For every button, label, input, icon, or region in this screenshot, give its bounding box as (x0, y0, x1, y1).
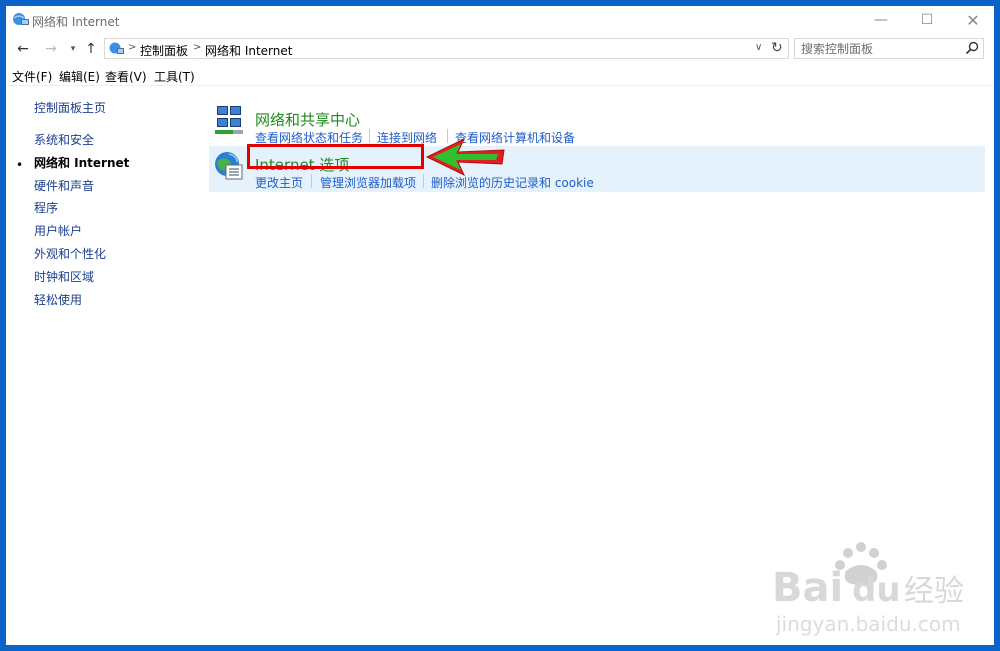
task-separator (369, 129, 370, 143)
watermark-brand-du: du (852, 570, 901, 610)
menu-tools[interactable]: 工具(T) (154, 68, 195, 85)
network-globe-icon (13, 13, 29, 25)
address-row: ← → ▾ ↑ > 控制面板 > 网络和 Internet ∨ ↻ (6, 36, 994, 64)
address-bar[interactable]: > 控制面板 > 网络和 Internet ∨ ↻ (104, 38, 789, 59)
task-separator (311, 174, 312, 188)
window-title: 网络和 Internet (32, 15, 120, 29)
close-button[interactable]: ✕ (950, 6, 994, 34)
watermark-cn: 经验 (904, 574, 964, 609)
recent-locations-button[interactable]: ▾ (64, 40, 82, 58)
breadcrumb-separator[interactable]: > (193, 42, 201, 53)
menu-bar: 文件(F) 编辑(E) 查看(V) 工具(T) (6, 66, 994, 86)
arrow-icon (425, 137, 505, 177)
search-box[interactable] (794, 38, 984, 59)
minimize-button[interactable]: — (858, 6, 904, 34)
back-button[interactable]: ← (14, 40, 32, 58)
task-manage-addons[interactable]: 管理浏览器加载项 (320, 174, 416, 191)
maximize-button[interactable]: ☐ (904, 6, 950, 34)
menu-file[interactable]: 文件(F) (12, 68, 52, 85)
search-icon[interactable] (965, 41, 979, 55)
category-network-sharing: 网络和共享中心 查看网络状态和任务 连接到网络 查看网络计算机和设备 (209, 100, 985, 146)
up-button[interactable]: ↑ (82, 40, 100, 58)
watermark-brand: Bai (772, 565, 843, 611)
breadcrumb-control-panel[interactable]: 控制面板 (140, 42, 188, 59)
watermark-url: jingyan.baidu.com (775, 612, 961, 636)
control-panel-window: 网络和 Internet — ☐ ✕ ← → ▾ ↑ > 控制面板 > 网络和 … (6, 6, 994, 645)
sidebar-item-network-internet: 网络和 Internet (34, 156, 130, 170)
sidebar-item-clock-region[interactable]: 时钟和区域 (34, 268, 94, 285)
forward-button[interactable]: → (42, 40, 60, 58)
sidebar-item-hardware-sound[interactable]: 硬件和声音 (34, 177, 94, 194)
breadcrumb-separator[interactable]: > (128, 42, 136, 53)
search-input[interactable] (795, 39, 969, 58)
sidebar-item-programs[interactable]: 程序 (34, 199, 58, 216)
sidebar-item-user-accounts[interactable]: 用户帐户 (34, 222, 82, 239)
address-dropdown-button[interactable]: ∨ (755, 42, 762, 53)
menu-edit[interactable]: 编辑(E) (59, 68, 100, 85)
refresh-button[interactable]: ↻ (771, 40, 783, 56)
network-sharing-icon[interactable] (213, 104, 245, 136)
internet-options-icon[interactable] (213, 150, 245, 182)
control-panel-icon (109, 42, 124, 54)
sidebar-item-appearance[interactable]: 外观和个性化 (34, 245, 106, 262)
sidebar-item-ease-of-access[interactable]: 轻松使用 (34, 291, 82, 308)
category-title-network-sharing[interactable]: 网络和共享中心 (255, 109, 360, 130)
active-bullet: • (16, 158, 24, 172)
baidu-watermark-logo: Bai du 经验 jingyan.baidu.com (772, 542, 964, 636)
task-change-home-page[interactable]: 更改主页 (255, 174, 303, 191)
sidebar-home-link[interactable]: 控制面板主页 (34, 99, 106, 116)
sidebar-item-system-security[interactable]: 系统和安全 (34, 131, 94, 148)
breadcrumb-network-internet[interactable]: 网络和 Internet (205, 42, 292, 59)
menu-divider (6, 85, 994, 86)
menu-view[interactable]: 查看(V) (105, 68, 147, 85)
highlight-box (247, 144, 424, 169)
title-bar: 网络和 Internet — ☐ ✕ (6, 6, 994, 34)
